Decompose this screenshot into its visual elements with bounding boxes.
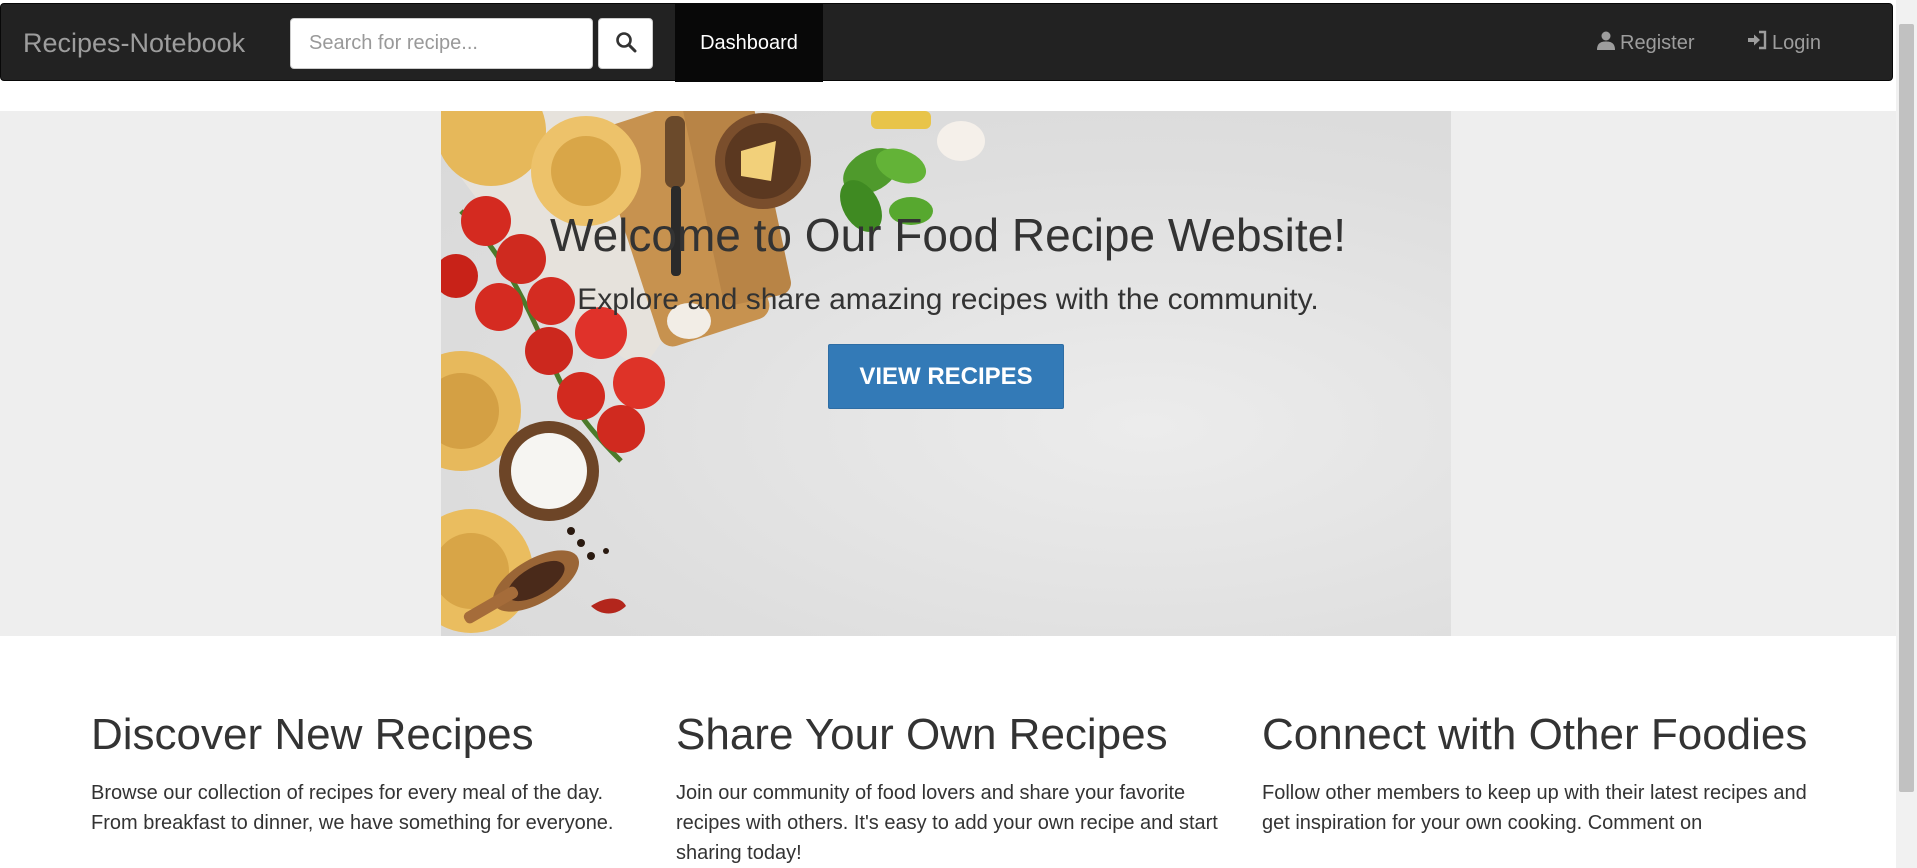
page-viewport: Recipes-Notebook Dashboard Register Logi…: [0, 0, 1896, 868]
search-icon: [615, 31, 637, 56]
nav-login[interactable]: Login: [1746, 4, 1821, 82]
search-button[interactable]: [598, 18, 653, 69]
log-in-icon: [1746, 30, 1772, 56]
hero-subtitle: Explore and share amazing recipes with t…: [577, 283, 1319, 316]
top-navbar: Recipes-Notebook Dashboard Register Logi…: [0, 3, 1893, 82]
feature-heading: Connect with Other Foodies: [1262, 710, 1808, 759]
feature-connect: Connect with Other Foodies Follow other …: [1262, 710, 1817, 838]
hero-title: Welcome to Our Food Recipe Website!: [550, 209, 1346, 261]
hero-jumbotron: Welcome to Our Food Recipe Website! Expl…: [0, 111, 1896, 636]
scrollbar-thumb[interactable]: [1899, 24, 1914, 792]
feature-heading: Share Your Own Recipes: [676, 710, 1168, 759]
feature-text: Join our community of food lovers and sh…: [676, 782, 1218, 864]
login-label: Login: [1772, 31, 1821, 54]
nav-register[interactable]: Register: [1596, 4, 1694, 82]
feature-text: Browse our collection of recipes for eve…: [91, 782, 614, 834]
vertical-scrollbar[interactable]: [1896, 0, 1917, 868]
register-label: Register: [1620, 31, 1695, 54]
feature-heading: Discover New Recipes: [91, 710, 534, 759]
feature-text: Follow other members to keep up with the…: [1262, 782, 1807, 834]
brand-link[interactable]: Recipes-Notebook: [23, 4, 245, 82]
user-icon: [1596, 30, 1620, 56]
search-input[interactable]: [290, 18, 593, 69]
view-recipes-button[interactable]: VIEW RECIPES: [828, 344, 1064, 409]
feature-discover: Discover New Recipes Browse our collecti…: [91, 710, 646, 838]
nav-dashboard[interactable]: Dashboard: [675, 4, 823, 82]
feature-share: Share Your Own Recipes Join our communit…: [676, 710, 1231, 868]
